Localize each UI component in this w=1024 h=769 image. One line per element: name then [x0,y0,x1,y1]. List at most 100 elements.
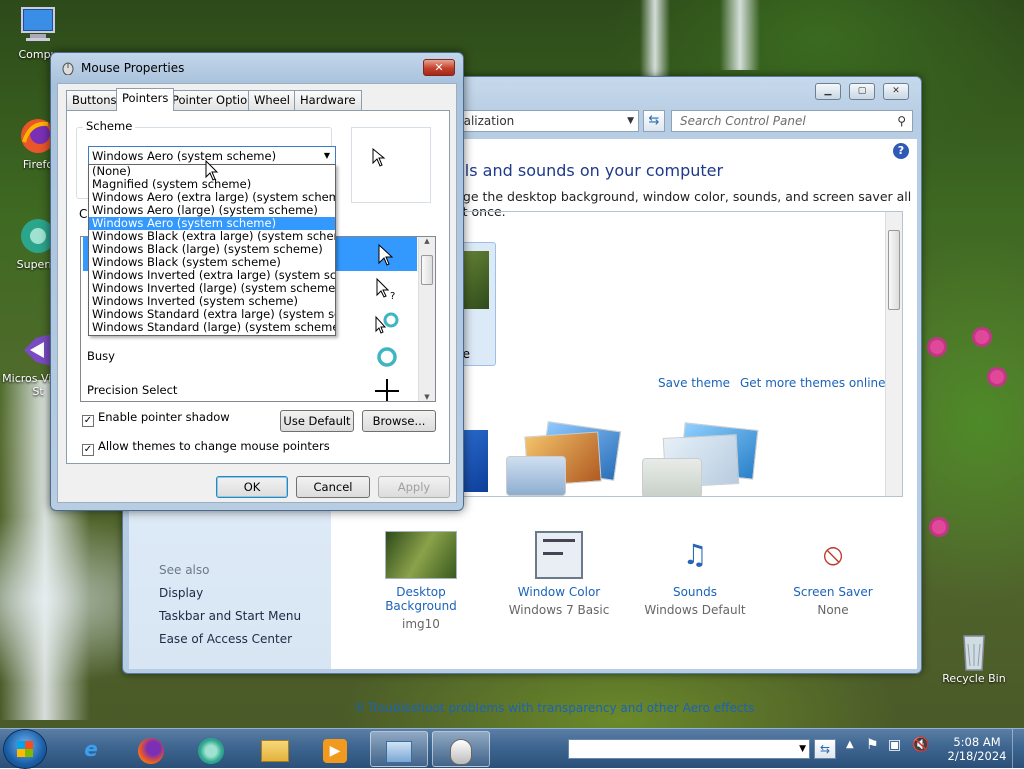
cursor-row-busy[interactable]: Busy [83,339,417,373]
scheme-option[interactable]: Windows Inverted (system scheme) [89,295,335,308]
sounds-icon: ♫ [682,538,708,571]
firefox-icon [138,737,164,764]
chevron-down-icon[interactable]: ▼ [627,111,634,131]
cursor-row-label: Busy [87,349,115,363]
maximize-button[interactable]: ▢ [849,83,875,100]
troubleshoot-link[interactable]: Troubleshoot problems with transparency … [368,701,755,715]
cursor-row-precision[interactable]: Precision Select [83,373,417,401]
theme-scrollbar[interactable] [885,212,902,496]
ok-button[interactable]: OK [216,476,288,498]
start-button[interactable] [4,730,46,768]
tab-buttons[interactable]: Buttons [66,90,123,110]
theme-thumb-photos-1[interactable] [506,421,626,496]
tab-wheel[interactable]: Wheel [248,90,297,110]
screen-saver-item[interactable]: ⦸ Screen Saver None [773,531,893,617]
save-theme-link[interactable]: Save theme [658,376,730,390]
window-color-value: Windows 7 Basic [508,603,610,617]
browse-button[interactable]: Browse... [362,410,436,432]
display-link[interactable]: Display [159,586,203,600]
get-more-themes-link[interactable]: Get more themes online [740,376,886,390]
taskbar-supermium[interactable] [182,731,240,767]
troubleshoot-link-row[interactable]: ⛨ Troubleshoot problems with transparenc… [355,701,754,716]
toolbar-refresh-icon[interactable]: ⇆ [814,739,836,759]
scheme-option[interactable]: Windows Inverted (extra large) (system s… [89,269,335,282]
mouse-icon [450,738,472,765]
cancel-button[interactable]: Cancel [296,476,370,498]
taskbar-control-panel[interactable] [370,731,428,767]
minimize-button[interactable]: ▁ [815,83,841,100]
taskbar-firefox[interactable] [122,731,180,767]
clock[interactable]: 5:08 AM 2/18/2024 [946,735,1008,763]
dialog-close-button[interactable]: ✕ [423,59,455,76]
scheme-option[interactable]: Windows Standard (large) (system scheme) [89,321,335,334]
scroll-up-icon[interactable]: ▲ [419,237,435,245]
scheme-option[interactable]: Windows Black (system scheme) [89,256,335,269]
scroll-down-icon[interactable]: ▼ [419,393,435,401]
crosshair-cursor-icon [375,379,399,401]
clock-date: 2/18/2024 [947,749,1007,763]
busy-cursor-icon [377,347,397,367]
taskbar: e ▶ ▼ ⇆ ▲ ⚑ ▣ 🔇 5:08 AM 2/18/2024 [0,728,1024,769]
scroll-thumb[interactable] [421,255,433,285]
page-title: als and sounds on your computer [455,161,724,180]
use-default-button[interactable]: Use Default [280,410,354,432]
address-bar[interactable]: nalization ▼ [453,110,639,132]
cursor-list-scrollbar[interactable]: ▲ ▼ [418,237,435,401]
taskbar-internet-explorer[interactable]: e [62,731,120,767]
scheme-option[interactable]: Windows Aero (extra large) (system schem… [89,191,335,204]
desktop-background-item[interactable]: Desktop Background img10 [361,531,481,631]
scroll-thumb[interactable] [888,230,900,310]
see-also-heading: See also [159,563,210,577]
theme-thumb-photos-2[interactable] [642,422,762,496]
tab-pointers[interactable]: Pointers [116,88,175,111]
tab-hardware[interactable]: Hardware [294,90,362,110]
chevron-down-icon[interactable]: ▼ [319,147,335,165]
address-text: nalization [456,114,515,128]
taskbar-explorer[interactable] [246,731,304,767]
sounds-item[interactable]: ♫ Sounds Windows Default [635,531,755,617]
refresh-icon: ⇆ [648,113,660,128]
refresh-button[interactable]: ⇆ [643,110,665,132]
mouse-icon [61,61,75,76]
desktop-icon-label: Recycle Bin [942,672,1006,685]
scheme-option[interactable]: Windows Inverted (large) (system scheme) [89,282,335,295]
desktop-background-value: img10 [402,617,440,631]
computer-icon [16,6,60,46]
scheme-option[interactable]: Windows Aero (large) (system scheme) [89,204,335,217]
allow-themes-checkbox[interactable]: ✓ Allow themes to change mouse pointers [82,439,330,456]
internet-explorer-icon: e [84,737,98,761]
scheme-option[interactable]: Windows Black (large) (system scheme) [89,243,335,256]
scheme-label: Scheme [83,119,136,133]
taskbar-address-toolbar[interactable]: ▼ [568,739,810,759]
sounds-value: Windows Default [644,603,746,617]
apply-button: Apply [378,476,450,498]
search-icon[interactable]: ⚲ [897,111,906,131]
checkmark-icon: ✓ [82,444,94,456]
cursor-preview [351,127,431,203]
ease-of-access-link[interactable]: Ease of Access Center [159,632,292,646]
search-input[interactable]: Search Control Panel ⚲ [671,110,913,132]
scheme-option[interactable]: Windows Aero (system scheme) [89,217,335,230]
dialog-title: Mouse Properties [81,61,185,75]
action-center-flag-icon[interactable]: ⚑ [866,737,879,753]
taskbar-mouse-properties[interactable] [432,731,490,767]
window-color-icon [535,531,583,579]
close-button[interactable]: ✕ [883,83,909,100]
network-icon[interactable]: ▣ [888,737,901,753]
scheme-option[interactable]: Windows Standard (extra large) (system s… [89,308,335,321]
help-icon[interactable]: ? [893,143,909,159]
show-desktop-button[interactable] [1012,729,1024,769]
scheme-option[interactable]: Windows Black (extra large) (system sche… [89,230,335,243]
desktop-icon-recycle-bin[interactable]: Recycle Bin [936,630,1012,685]
taskbar-media-player[interactable]: ▶ [306,731,364,767]
show-hidden-icons-icon[interactable]: ▲ [846,739,854,750]
enable-pointer-shadow-checkbox[interactable]: ✓ Enable pointer shadow [82,410,230,427]
help-select-cursor-icon: ? [376,277,395,301]
taskbar-start-menu-link[interactable]: Taskbar and Start Menu [159,609,301,623]
volume-muted-icon[interactable]: 🔇 [912,737,929,753]
desktop-background-thumbnail [385,531,457,579]
scheme-dropdown-list[interactable]: (None) Magnified (system scheme) Windows A… [88,164,336,336]
chevron-down-icon[interactable]: ▼ [799,740,806,758]
windows-logo-icon [17,741,33,757]
window-color-item[interactable]: Window Color Windows 7 Basic [499,531,619,617]
